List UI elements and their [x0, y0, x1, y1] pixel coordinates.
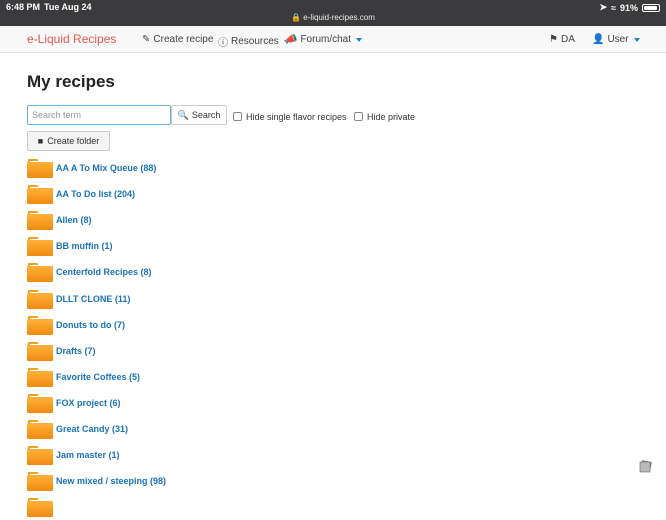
list-item[interactable]: New mixed / steeping (98)	[27, 468, 427, 494]
nav-create-recipe[interactable]: ✎ Create recipe	[142, 34, 213, 45]
folder-icon	[27, 445, 53, 466]
wifi-icon: ≈	[611, 2, 616, 13]
note-icon[interactable]	[639, 460, 652, 473]
folder-link[interactable]: Great Candy (31)	[56, 424, 128, 434]
folder-icon	[27, 341, 53, 361]
search-button-label: Search	[191, 110, 221, 120]
status-date: Tue Aug 24	[44, 2, 92, 12]
folder-link[interactable]: Allen (8)	[56, 215, 92, 225]
create-folder-button[interactable]: ■ Create folder	[27, 131, 110, 151]
list-item[interactable]: BB muffin (1)	[27, 233, 427, 259]
list-item[interactable]: Centerfold Recipes (8)	[27, 259, 427, 285]
caret-down-icon	[356, 37, 363, 42]
location-icon: ➤	[599, 2, 608, 12]
battery-percent: 91%	[619, 2, 638, 13]
folder-icon	[27, 393, 53, 413]
folder-link[interactable]: New mixed / steeping (98)	[56, 476, 166, 486]
folder-icon	[27, 289, 53, 309]
folder-list: AA A To Mix Queue (88) AA To Do list (20…	[27, 155, 427, 520]
folder-icon	[27, 497, 53, 518]
folder-icon	[27, 419, 53, 439]
nav-user-label: User	[607, 34, 629, 45]
lock-icon: 🔒	[291, 13, 302, 22]
search-input[interactable]	[27, 105, 171, 125]
nav-forum[interactable]: 📣 Forum/chat	[285, 34, 363, 45]
list-item[interactable]: Donuts to do (7)	[27, 312, 427, 338]
nav-language[interactable]: ⚑ DA	[549, 34, 575, 45]
info-icon: ⓘ	[218, 38, 228, 49]
user-icon: 👤	[592, 34, 605, 45]
caret-down-icon	[633, 37, 640, 42]
folder-icon	[27, 471, 53, 492]
folder-icon	[27, 210, 53, 231]
folder-icon	[27, 262, 53, 283]
list-item[interactable]	[27, 494, 427, 520]
folder-icon: ■	[37, 136, 44, 146]
hide-single-flavor-checkbox[interactable]	[233, 112, 242, 121]
folder-icon	[27, 367, 53, 387]
folder-link[interactable]: Drafts (7)	[56, 346, 96, 356]
hide-private-checkbox[interactable]	[354, 112, 363, 121]
hide-private-label: Hide private	[367, 112, 416, 122]
top-navbar: e-Liquid Recipes ✎ Create recipe ⓘ Resou…	[0, 26, 666, 53]
create-folder-label: Create folder	[47, 136, 100, 146]
folder-icon	[27, 236, 53, 257]
address-bar[interactable]: 🔒 e-liquid-recipes.com	[0, 13, 666, 22]
status-bar: 6:48 PM Tue Aug 24 🔒 e-liquid-recipes.co…	[0, 0, 666, 26]
list-item[interactable]: Great Candy (31)	[27, 416, 427, 442]
folder-icon	[27, 184, 53, 205]
nav-user[interactable]: 👤 User	[592, 34, 640, 45]
folder-link[interactable]: BB muffin (1)	[56, 241, 113, 251]
battery-icon	[642, 3, 660, 12]
list-item[interactable]: AA To Do list (204)	[27, 181, 427, 207]
hide-single-flavor-label: Hide single flavor recipes	[246, 112, 347, 122]
nav-resources-label: Resources	[231, 36, 279, 47]
folder-link[interactable]: AA To Do list (204)	[56, 189, 135, 199]
list-item[interactable]: Favorite Coffees (5)	[27, 364, 427, 390]
list-item[interactable]: FOX project (6)	[27, 390, 427, 416]
status-right: ➤ ≈ 91%	[599, 2, 660, 13]
status-time: 6:48 PM	[6, 2, 41, 12]
folder-link[interactable]: Centerfold Recipes (8)	[56, 267, 152, 277]
page-title: My recipes	[27, 72, 115, 91]
folder-link[interactable]: FOX project (6)	[56, 398, 121, 408]
folder-link[interactable]: Favorite Coffees (5)	[56, 372, 140, 382]
nav-language-label: DA	[560, 34, 575, 45]
pencil-icon: ✎	[142, 34, 151, 45]
folder-icon	[27, 158, 53, 179]
folder-link[interactable]: DLLT CLONE (11)	[56, 294, 130, 304]
megaphone-icon: 📣	[285, 34, 298, 45]
folder-link[interactable]: Donuts to do (7)	[56, 320, 125, 330]
list-item[interactable]: AA A To Mix Queue (88)	[27, 155, 427, 181]
flag-icon: ⚑	[549, 34, 558, 45]
brand-logo[interactable]: e-Liquid Recipes	[27, 32, 116, 46]
list-item[interactable]: Allen (8)	[27, 207, 427, 233]
folder-link[interactable]: AA A To Mix Queue (88)	[56, 163, 156, 173]
nav-forum-label: Forum/chat	[300, 34, 352, 45]
folder-link[interactable]: Jam master (1)	[56, 450, 120, 460]
search-button[interactable]: 🔍 Search	[171, 105, 227, 125]
list-item[interactable]: Drafts (7)	[27, 338, 427, 364]
folder-icon	[27, 315, 53, 335]
address-url: e-liquid-recipes.com	[303, 13, 375, 22]
search-icon: 🔍	[177, 109, 189, 120]
list-item[interactable]: DLLT CLONE (11)	[27, 285, 427, 311]
nav-create-recipe-label: Create recipe	[153, 34, 214, 45]
list-item[interactable]: Jam master (1)	[27, 442, 427, 468]
nav-resources[interactable]: ⓘ Resources	[218, 34, 290, 49]
